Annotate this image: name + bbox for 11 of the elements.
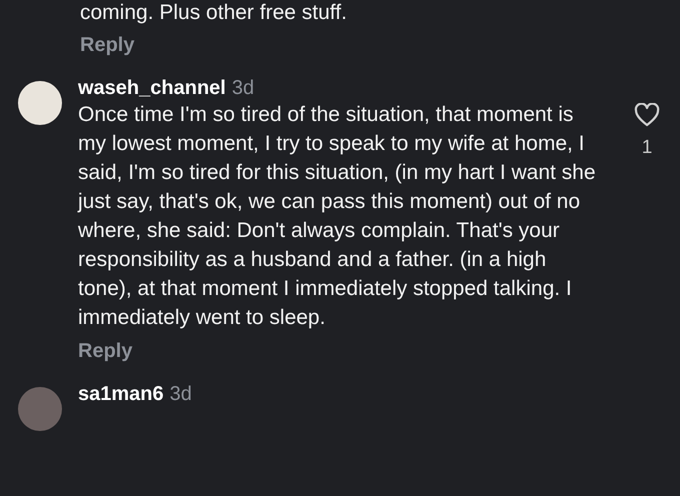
like-count: 1: [642, 137, 652, 159]
heart-icon[interactable]: [634, 103, 660, 127]
avatar-icon[interactable]: [18, 81, 62, 125]
username[interactable]: sa1man6: [78, 383, 164, 406]
timestamp: 3d: [232, 77, 254, 100]
comment-text: Once time I'm so tired of the situation, that moment is my lowest moment, I try to speak to my wife at home, I said, I'm so tired for this situation, (in my hart I want she just say, that's ok, we can pass this moment) out of no where, she said: Don't always complain. That's your responsibility as a husband and a father. (in a high tone), at that moment I immediately stopped talking. I immediately went to sleep.: [78, 102, 597, 331]
reply-link[interactable]: Reply: [80, 34, 134, 57]
reply-link[interactable]: Reply: [78, 340, 132, 363]
comment-text: coming. Plus other free stuff.: [80, 0, 347, 26]
username[interactable]: waseh_channel: [78, 77, 226, 100]
timestamp: 3d: [170, 383, 192, 406]
